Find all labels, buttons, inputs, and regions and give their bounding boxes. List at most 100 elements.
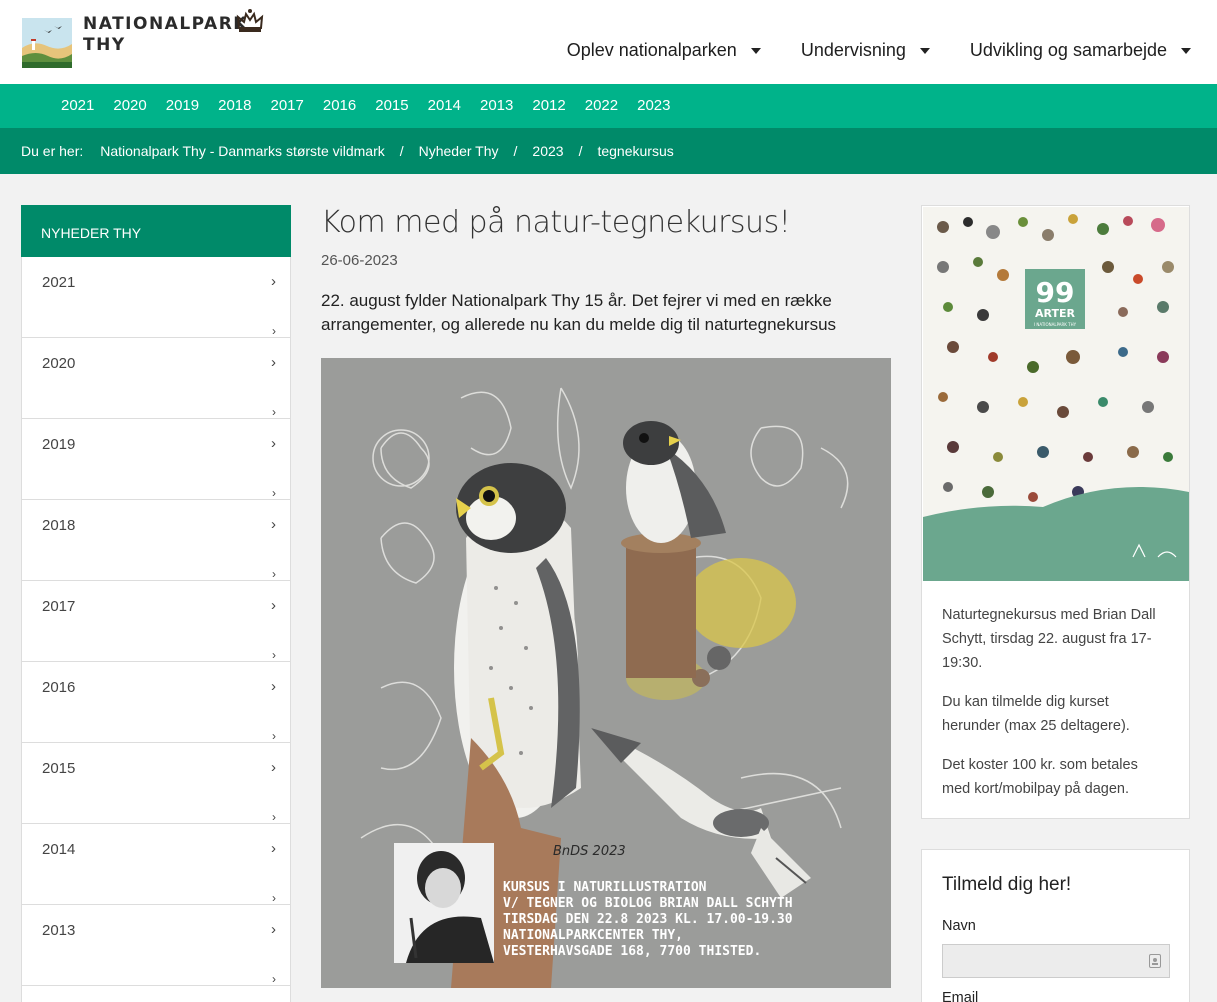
sidebar-item-2018[interactable]: 2018 › › [21, 500, 291, 581]
name-label: Navn [942, 918, 976, 934]
name-field[interactable] [942, 944, 1170, 978]
nav-udvikling-og-samarbejde[interactable]: Udvikling og samarbejde [970, 40, 1191, 61]
chevron-right-icon: › [272, 810, 276, 824]
chevron-right-icon: › [271, 597, 276, 614]
chevron-right-icon: › [271, 840, 276, 857]
sidebar-item-2021[interactable]: 2021 › › [21, 257, 291, 338]
sidebar-item-label: 2019 [42, 436, 76, 453]
sidebar-item-2020[interactable]: 2020 › › [21, 338, 291, 419]
year-link-2019[interactable]: 2019 [166, 97, 199, 114]
article-date: 26-06-2023 [321, 252, 398, 269]
chevron-right-icon: › [271, 273, 276, 290]
nav-undervisning[interactable]: Undervisning [801, 40, 930, 61]
nav-oplev-nationalparken[interactable]: Oplev nationalparken [567, 40, 761, 61]
poster-text-paragraph: Det koster 100 kr. som betales med kort/… [942, 757, 1138, 797]
image-caption-line: NATIONALPARKCENTER THY, [503, 928, 683, 943]
year-link-2022[interactable]: 2022 [585, 97, 618, 114]
nav-label: Undervisning [800, 40, 906, 60]
image-caption-line: VESTERHAVSGADE 168, 7700 THISTED. [503, 944, 761, 959]
chevron-right-icon: › [272, 324, 276, 338]
breadcrumb-link-nyheder[interactable]: Nyheder Thy [419, 143, 499, 159]
chevron-right-icon: › [272, 405, 276, 419]
sidebar: NYHEDER THY 2021 › › 2020 › › 2019 › › 2… [21, 205, 291, 1002]
chevron-right-icon: › [271, 354, 276, 371]
article-lead: 22. august fylder Nationalpark Thy 15 år… [321, 291, 837, 334]
chevron-right-icon: › [271, 678, 276, 695]
sidebar-item-2014[interactable]: 2014 › › [21, 824, 291, 905]
poster-text-paragraph: Du kan tilmelde dig kurset herunder (max… [942, 694, 1130, 734]
sidebar-item-label: 2016 [42, 679, 76, 696]
year-link-2021[interactable]: 2021 [61, 97, 94, 114]
chevron-right-icon: › [272, 891, 276, 905]
sidebar-item-label: 2020 [42, 355, 76, 372]
breadcrumb-link-home[interactable]: Nationalpark Thy - Danmarks største vild… [100, 143, 384, 159]
sidebar-item-2013[interactable]: 2013 › › [21, 905, 291, 986]
image-signature: BnDS 2023 [553, 844, 626, 859]
article: Kom med på natur-tegnekursus! 26-06-2023… [321, 205, 891, 988]
chevron-right-icon: › [271, 516, 276, 533]
poster-image[interactable]: 99 ARTER I NATIONALPARK THY [923, 207, 1189, 581]
chevron-down-icon [1181, 47, 1191, 54]
sidebar-item-2015[interactable]: 2015 › › [21, 743, 291, 824]
crown-icon [236, 8, 264, 39]
brand-line2: THY [83, 35, 126, 55]
year-link-2013[interactable]: 2013 [480, 97, 513, 114]
sidebar-title: NYHEDER THY [21, 205, 291, 257]
breadcrumb: Du er her: Nationalpark Thy - Danmarks s… [0, 128, 1217, 174]
breadcrumb-separator: / [578, 143, 583, 159]
sidebar-item-label: 2013 [42, 922, 76, 939]
contact-card-icon [1149, 954, 1161, 973]
poster-text-paragraph: Naturtegnekursus med Brian Dall Schytt, … [942, 607, 1156, 671]
year-link-2016[interactable]: 2016 [323, 97, 356, 114]
chevron-down-icon [919, 47, 930, 54]
sidebar-item-label: 2018 [42, 517, 76, 534]
breadcrumb-separator: / [513, 143, 518, 159]
poster-card: 99 ARTER I NATIONALPARK THY Naturtegneku… [921, 205, 1190, 819]
breadcrumb-current: tegnekursus [597, 143, 674, 159]
chevron-right-icon: › [271, 435, 276, 452]
main-navigation: Oplev nationalparken Undervisning Udvikl… [567, 40, 1191, 61]
nav-label: Oplev nationalparken [566, 40, 737, 60]
year-link-2015[interactable]: 2015 [375, 97, 408, 114]
chevron-right-icon: › [272, 567, 276, 581]
poster-label: ARTER [1035, 307, 1076, 320]
form-title: Tilmeld dig her! [942, 874, 1072, 895]
article-title: Kom med på natur-tegnekursus! [321, 205, 791, 240]
year-link-2012[interactable]: 2012 [532, 97, 565, 114]
image-caption-line: TIRSDAG DEN 22.8 2023 KL. 17.00-19.30 [503, 912, 793, 927]
brand-line1: NATIONALPARK [83, 14, 248, 34]
nav-label: Udvikling og samarbejde [969, 40, 1167, 60]
sidebar-item-label: 2017 [42, 598, 76, 615]
year-link-2018[interactable]: 2018 [218, 97, 251, 114]
chevron-right-icon: › [272, 486, 276, 500]
sidebar-item-2016[interactable]: 2016 › › [21, 662, 291, 743]
sidebar-item-more[interactable] [21, 986, 291, 1002]
year-link-2017[interactable]: 2017 [271, 97, 304, 114]
sidebar-item-label: 2015 [42, 760, 76, 777]
chevron-right-icon: › [272, 972, 276, 986]
sidebar-item-2019[interactable]: 2019 › › [21, 419, 291, 500]
sidebar-item-2017[interactable]: 2017 › › [21, 581, 291, 662]
sidebar-item-label: 2014 [42, 841, 76, 858]
site-header: NATIONALPARK THY Oplev nationalparken Un… [0, 0, 1217, 84]
year-link-2014[interactable]: 2014 [428, 97, 461, 114]
breadcrumb-prefix: Du er her: [21, 143, 84, 159]
year-link-2020[interactable]: 2020 [113, 97, 146, 114]
chevron-right-icon: › [271, 759, 276, 776]
article-hero-image: BnDS 2023 KURSUS I NATURILLUSTRATION V/ … [321, 358, 891, 988]
site-logo[interactable] [22, 18, 72, 68]
email-label: Email [942, 990, 979, 1002]
poster-sub: I NATIONALPARK THY [1034, 322, 1077, 327]
brand-name[interactable]: NATIONALPARK THY [83, 14, 248, 56]
image-caption-line: V/ TEGNER OG BIOLOG BRIAN DALL SCHYTH [503, 896, 793, 911]
image-caption-line: KURSUS I NATURILLUSTRATION [503, 880, 707, 895]
chevron-down-icon [750, 47, 761, 54]
signup-form: Tilmeld dig her! Navn Email [921, 849, 1190, 1002]
chevron-right-icon: › [272, 648, 276, 662]
poster-description: Naturtegnekursus med Brian Dall Schytt, … [942, 603, 1170, 816]
breadcrumb-separator: / [399, 143, 404, 159]
breadcrumb-link-year[interactable]: 2023 [532, 143, 563, 159]
year-link-2023[interactable]: 2023 [637, 97, 670, 114]
sidebar-item-label: 2021 [42, 274, 76, 291]
poster-number: 99 [1036, 276, 1075, 309]
